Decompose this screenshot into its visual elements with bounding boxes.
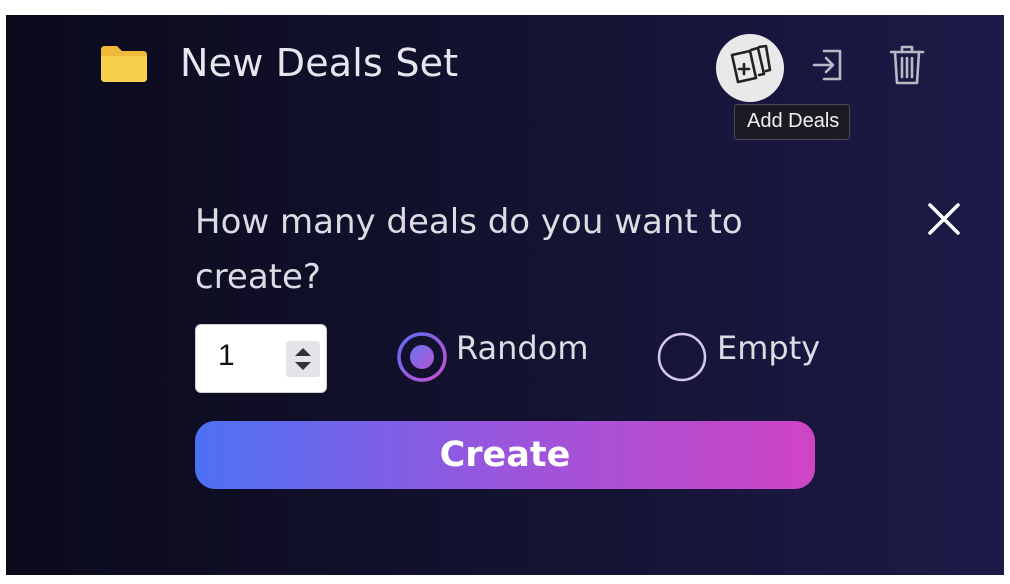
create-button[interactable]: Create <box>195 421 815 489</box>
add-cards-icon <box>726 42 774 94</box>
login-arrow-icon <box>808 45 848 89</box>
dialog-question: How many deals do you want to create? <box>195 202 743 297</box>
random-radio[interactable] <box>397 332 447 382</box>
deals-set-panel: New Deals Set Add Deals How many deals d… <box>6 15 1004 575</box>
add-deals-button[interactable] <box>716 34 784 102</box>
export-button[interactable] <box>806 45 850 89</box>
quantity-stepper[interactable] <box>286 341 320 377</box>
empty-radio[interactable] <box>657 332 707 382</box>
trash-icon <box>887 43 927 91</box>
empty-label[interactable]: Empty <box>717 329 820 367</box>
close-icon <box>922 203 966 245</box>
page-title: New Deals Set <box>180 41 459 85</box>
random-label[interactable]: Random <box>456 329 588 367</box>
folder-icon <box>99 44 149 84</box>
delete-button[interactable] <box>885 45 929 89</box>
add-deals-tooltip: Add Deals <box>734 104 851 140</box>
deal-count-value[interactable]: 1 <box>218 339 235 373</box>
deal-count-input[interactable]: 1 <box>195 324 327 393</box>
close-button[interactable] <box>922 197 966 241</box>
